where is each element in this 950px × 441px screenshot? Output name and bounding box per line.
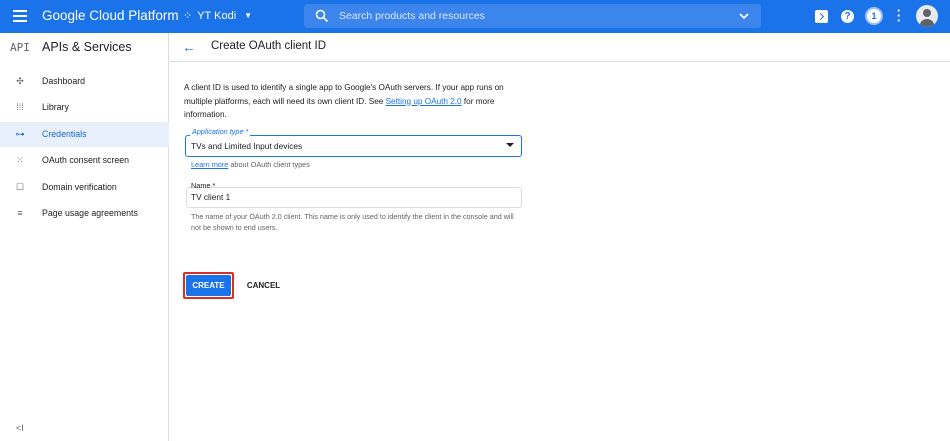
sidebar-item-page-usage[interactable]: ≡ Page usage agreements: [0, 201, 169, 226]
create-button[interactable]: CREATE: [186, 275, 231, 296]
avatar[interactable]: [916, 5, 938, 27]
sidebar-item-label: Credentials: [42, 129, 87, 139]
setup-oauth-link[interactable]: Setting up OAuth 2.0: [386, 97, 462, 106]
help-icon[interactable]: ?: [841, 10, 854, 23]
dropdown-caret-icon[interactable]: [506, 143, 514, 147]
form-description: A client ID is used to identify a single…: [184, 81, 529, 122]
application-type-value: TVs and Limited Input devices: [191, 141, 303, 151]
name-input[interactable]: [186, 187, 522, 208]
sidebar-item-domain-verification[interactable]: ☐ Domain verification: [0, 175, 169, 200]
consent-icon: ⁙: [16, 155, 24, 165]
sidebar-item-dashboard[interactable]: ✣ Dashboard: [0, 69, 169, 94]
application-type-label: Application type *: [190, 127, 251, 136]
dashboard-icon: ✣: [16, 76, 24, 86]
name-label: Name *: [191, 181, 216, 190]
learn-more-link[interactable]: Learn more: [191, 160, 228, 169]
library-icon: ⁞⁞⁞: [16, 102, 24, 112]
key-icon: ⊶: [15, 129, 25, 139]
sidebar-item-label: Dashboard: [42, 76, 86, 86]
domain-icon: ☐: [15, 182, 25, 192]
learn-more-text: Learn more about OAuth client types: [191, 160, 310, 169]
page-title: Create OAuth client ID: [211, 40, 327, 52]
name-value: TV client 1: [191, 192, 231, 202]
page-header: ← Create OAuth client ID: [170, 33, 950, 62]
api-logo: API: [10, 41, 30, 54]
top-app-bar: Google Cloud Platform ⁘ YT Kodi ▼ Search…: [0, 0, 950, 33]
more-vert-icon[interactable]: · · ·: [896, 4, 902, 27]
menu-icon[interactable]: [13, 10, 27, 22]
sidebar-header: API APIs & Services: [0, 33, 169, 61]
sidebar-item-credentials[interactable]: ⊶ Credentials: [0, 122, 169, 147]
sidebar-item-label: Page usage agreements: [42, 208, 138, 218]
search-icon: [315, 9, 329, 23]
chevron-down-icon[interactable]: [737, 9, 751, 23]
search-bar[interactable]: Search products and resources: [304, 4, 761, 28]
sidebar-item-label: Library: [42, 102, 69, 112]
brand-title[interactable]: Google Cloud Platform: [42, 8, 179, 23]
notification-badge[interactable]: 1: [865, 7, 883, 25]
sidebar-title: APIs & Services: [42, 40, 132, 54]
sidebar-item-library[interactable]: ⁞⁞⁞ Library: [0, 95, 169, 120]
sidebar-item-label: OAuth consent screen: [42, 155, 130, 165]
caret-down-icon: ▼: [244, 11, 253, 20]
settings-list-icon: ≡: [17, 208, 23, 218]
learn-more-rest: about OAuth client types: [228, 160, 310, 169]
project-selector[interactable]: ⁘ YT Kodi ▼: [183, 9, 253, 23]
cloud-shell-icon[interactable]: [815, 10, 828, 23]
back-arrow-icon[interactable]: ←: [182, 39, 196, 55]
cancel-button[interactable]: CANCEL: [240, 275, 287, 296]
name-hint: The name of your OAuth 2.0 client. This …: [191, 212, 514, 232]
sidebar-item-oauth-consent[interactable]: ⁙ OAuth consent screen: [0, 148, 169, 173]
project-icon: ⁘: [183, 10, 193, 22]
collapse-sidebar-icon[interactable]: <I: [16, 423, 24, 433]
search-placeholder: Search products and resources: [339, 10, 485, 22]
sidebar-item-label: Domain verification: [42, 182, 117, 192]
project-name: YT Kodi: [197, 9, 237, 22]
sidebar: API APIs & Services ✣ Dashboard ⁞⁞⁞ Libr…: [0, 33, 169, 441]
